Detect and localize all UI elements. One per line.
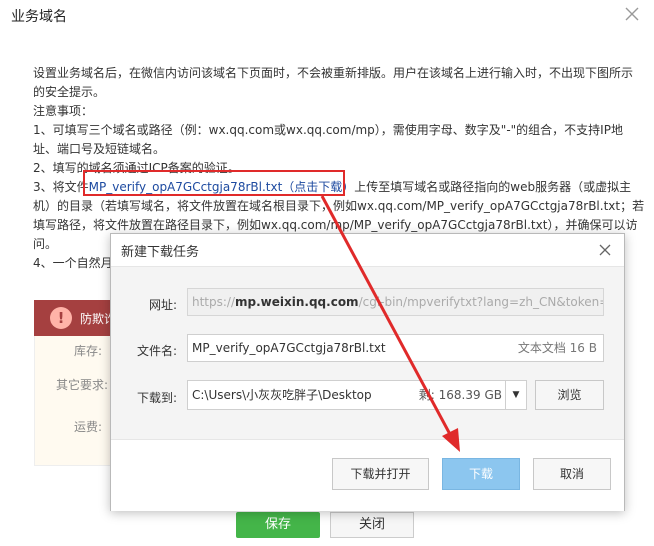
- warning-icon: !: [50, 307, 72, 329]
- directory-value: C:\Users\小灰灰吃胖子\Desktop: [192, 388, 372, 402]
- desc-line-1: 设置业务域名后，在微信内访问该域名下页面时，不会被重新排版。用户在该域名上进行输…: [33, 66, 634, 80]
- label-shipping-fee: 运费:: [74, 420, 103, 434]
- url-field[interactable]: https://mp.weixin.qq.com/cgi-bin/mpverif…: [187, 288, 604, 316]
- desc-line-5: 址、端口号及短链域名。: [33, 142, 166, 156]
- download-button[interactable]: 下载: [442, 458, 520, 490]
- cancel-button[interactable]: 取消: [533, 458, 611, 490]
- save-button[interactable]: 保存: [236, 512, 320, 538]
- url-prefix: https://: [192, 295, 236, 309]
- desc-line-3: 注意事项：: [33, 104, 94, 118]
- browse-button[interactable]: 浏览: [535, 380, 604, 410]
- label-other-requirements: 其它要求:: [56, 378, 109, 392]
- file-type-size: 文本文档 16 B: [517, 341, 597, 355]
- download-dialog: 新建下载任务 网址: https://mp.weixin.qq.com/cgi-…: [110, 233, 625, 511]
- close-button[interactable]: 关闭: [330, 512, 414, 538]
- desc-line-2: 的安全提示。: [33, 85, 106, 99]
- desc-line-8: 机）的目录（若填写域名，将文件放置在域名根目录下，例如wx.qq.com/MP_…: [33, 199, 645, 213]
- desc-line-7-end: 上传至填写域名或路径指向的web服务器（或虚拟主: [354, 180, 632, 194]
- filename-value: MP_verify_opA7GCctgja78rBl.txt: [192, 341, 386, 355]
- url-path: /cgi-bin/mpverifytxt?lang=zh_CN&token=95…: [358, 295, 603, 309]
- desc-line-4: 1、可填写三个域名或路径（例：wx.qq.com或wx.qq.com/mp），需…: [33, 123, 623, 137]
- download-and-open-button[interactable]: 下载并打开: [332, 458, 429, 490]
- url-label: 网址:: [148, 298, 177, 312]
- page-title: 业务域名: [11, 9, 67, 25]
- filename-label: 文件名:: [136, 344, 177, 358]
- download-dialog-header: 新建下载任务: [111, 234, 624, 267]
- download-dialog-title: 新建下载任务: [121, 245, 200, 260]
- dialog-close-icon[interactable]: [598, 242, 612, 256]
- desc-line-7-start: 3、将文件: [33, 180, 89, 194]
- annotation-highlight-box: [83, 170, 345, 196]
- close-icon[interactable]: [624, 6, 640, 22]
- filename-input[interactable]: MP_verify_opA7GCctgja78rBl.txt 文本文档 16 B: [187, 334, 604, 362]
- label-stock: 库存:: [74, 344, 103, 358]
- url-domain: mp.weixin.qq.com: [235, 295, 359, 309]
- save-directory-select[interactable]: C:\Users\小灰灰吃胖子\Desktop 剩: 168.39 GB ▼: [187, 380, 527, 410]
- free-space: 剩: 168.39 GB: [418, 388, 502, 402]
- dropdown-arrow-icon[interactable]: ▼: [505, 381, 526, 409]
- save-to-label: 下载到:: [136, 391, 177, 405]
